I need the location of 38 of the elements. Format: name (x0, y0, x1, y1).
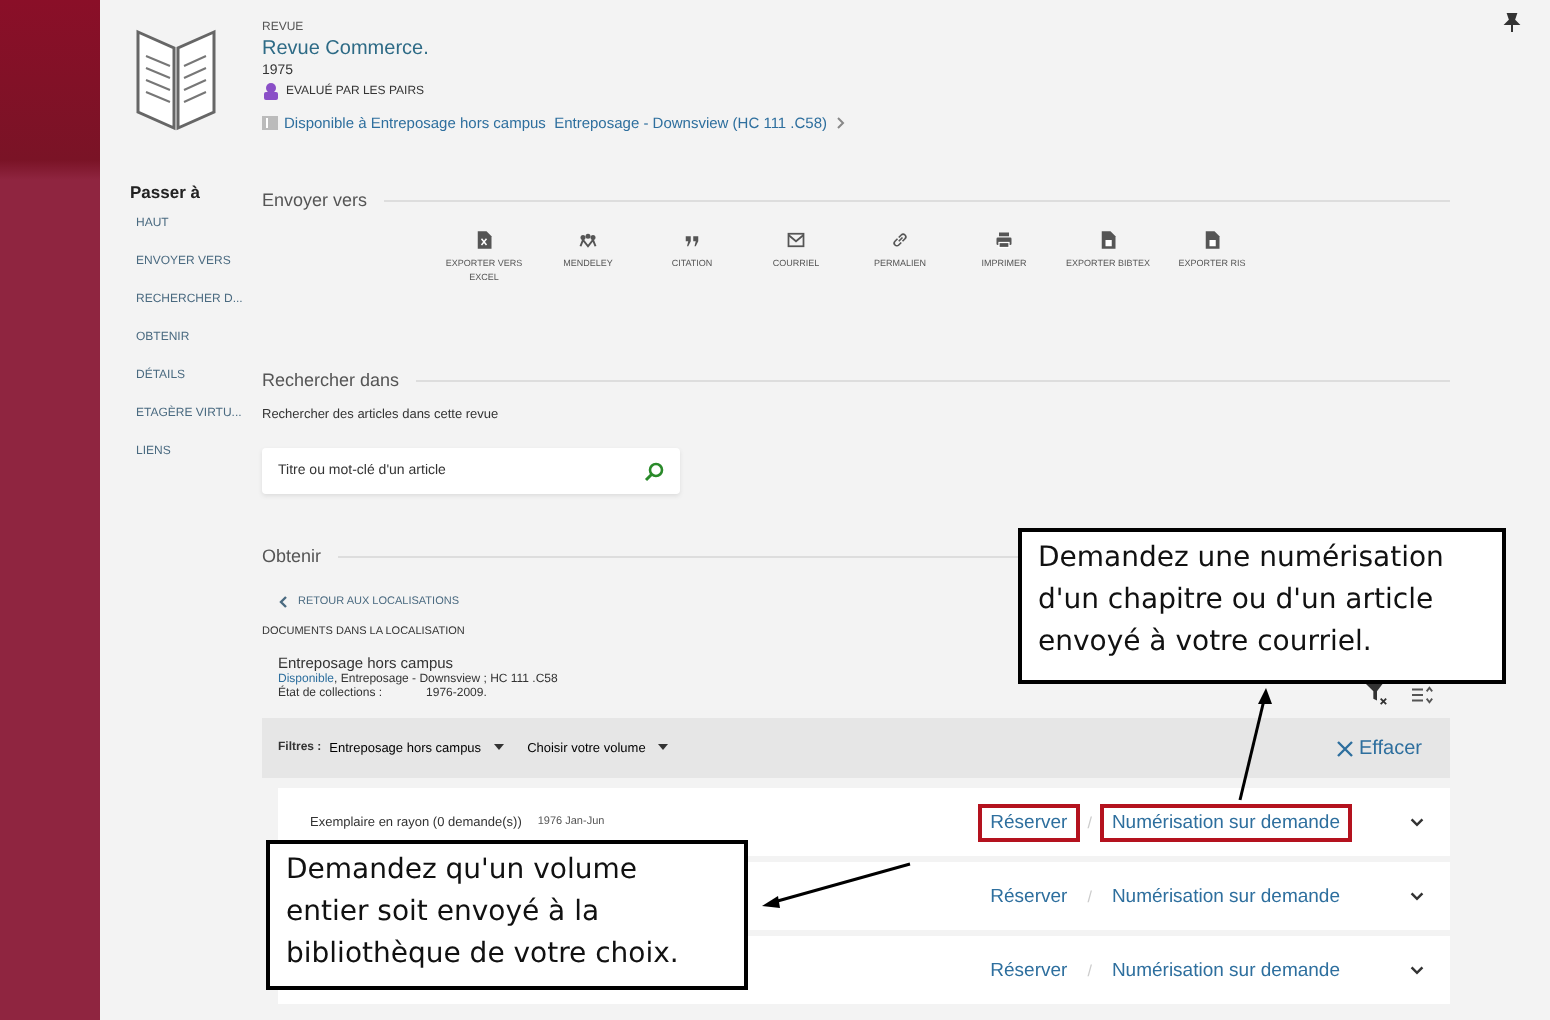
separator: / (1087, 961, 1092, 979)
close-icon (1335, 739, 1353, 757)
section-title: Rechercher dans (262, 370, 400, 390)
print-icon (994, 230, 1014, 250)
digitize-link[interactable]: Numérisation sur demande (1099, 951, 1352, 989)
reserve-link[interactable]: Réserver (978, 803, 1080, 841)
search-icon[interactable] (644, 462, 664, 482)
chevron-left-icon (278, 596, 288, 608)
section-title: Obtenir (262, 546, 322, 566)
pin-icon[interactable] (1502, 12, 1522, 32)
annotation-callout: Demandez qu'un volume entier soit envoyé à la bibliothèque de votre choix. (266, 840, 748, 990)
email-icon (786, 230, 806, 250)
peer-reviewed-icon (262, 82, 280, 100)
caret-icon (657, 744, 668, 752)
annotation-callout: Demandez une numérisation d'un chapitre ou d'un article envoyé à votre courriel. (1018, 528, 1506, 684)
separator: / (1087, 887, 1092, 905)
sort-icon[interactable] (1412, 684, 1434, 706)
excel-icon (474, 230, 494, 250)
digitize-link[interactable]: Numérisation sur demande (1099, 803, 1352, 841)
chevron-right-icon (833, 116, 846, 130)
record-title[interactable]: Revue Commerce. (262, 38, 846, 60)
clear-button[interactable]: Effacer (1323, 735, 1434, 761)
section-title: Envoyer vers (262, 190, 368, 210)
chevron-down-icon[interactable] (1408, 813, 1426, 831)
separator: / (1087, 813, 1092, 831)
reserve-link[interactable]: Réserver (978, 951, 1080, 989)
reserve-link[interactable]: Réserver (978, 877, 1080, 915)
caret-icon (493, 744, 504, 752)
chevron-down-icon[interactable] (1408, 887, 1426, 905)
mendeley-icon (578, 230, 598, 250)
digitize-link[interactable]: Numérisation sur demande (1099, 877, 1352, 915)
annotation-arrow (1238, 688, 1272, 801)
clear-filter-icon[interactable] (1366, 684, 1388, 706)
citation-icon (682, 230, 702, 250)
chevron-down-icon[interactable] (1408, 961, 1426, 979)
jump-to-title: Passer à (130, 182, 202, 202)
shelf-icon (262, 116, 278, 130)
link-icon (890, 230, 910, 250)
